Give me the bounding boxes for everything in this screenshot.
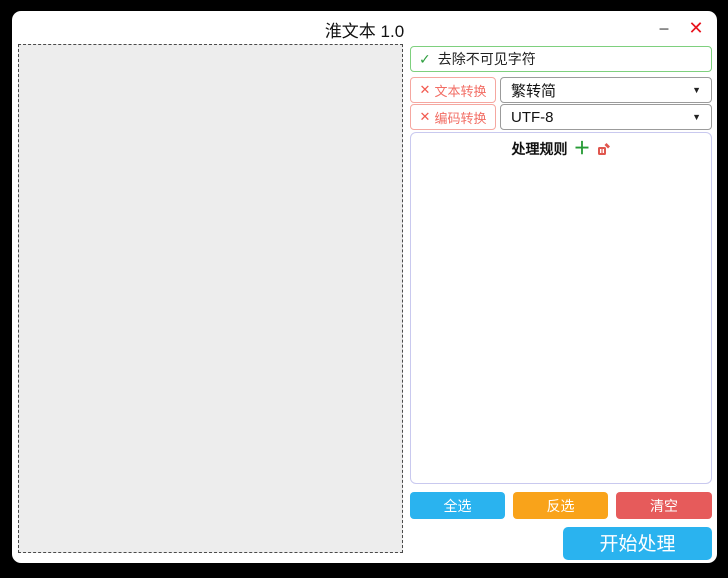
minimize-button[interactable]: – — [651, 15, 677, 41]
option-encoding-convert-toggle[interactable]: ✕ 编码转换 — [410, 104, 496, 130]
window-title: 淮文本 1.0 — [12, 17, 717, 42]
encoding-dropdown[interactable]: UTF-8 ▼ — [500, 104, 712, 130]
file-drop-zone[interactable] — [18, 44, 403, 553]
option-text-convert-toggle[interactable]: ✕ 文本转换 — [410, 77, 496, 103]
clear-button[interactable]: 清空 — [616, 492, 712, 519]
cross-icon: ✕ — [420, 82, 431, 98]
invert-selection-button[interactable]: 反选 — [513, 492, 608, 519]
title-bar: 淮文本 1.0 – ✕ — [12, 11, 717, 43]
add-rule-icon[interactable]: ＋ — [574, 142, 591, 156]
app-window: 淮文本 1.0 – ✕ ✓ 去除不可见字符 ✕ 文本转换 繁转简 ▼ ✕ 编码转… — [12, 11, 717, 563]
cross-icon: ✕ — [420, 109, 431, 125]
rules-panel: 处理规则 ＋ — [410, 132, 712, 484]
text-convert-value: 繁转简 — [511, 80, 556, 101]
option-remove-invisible-label: 去除不可见字符 — [438, 49, 536, 69]
rules-header: 处理规则 ＋ — [411, 133, 711, 159]
encoding-value: UTF-8 — [511, 109, 554, 126]
start-processing-button[interactable]: 开始处理 — [563, 527, 712, 560]
check-icon: ✓ — [419, 51, 431, 68]
chevron-down-icon: ▼ — [692, 112, 701, 122]
option-text-convert-label: 文本转换 — [434, 81, 486, 100]
text-convert-dropdown[interactable]: 繁转简 ▼ — [500, 77, 712, 103]
clear-rules-brush-icon[interactable] — [597, 142, 611, 156]
option-remove-invisible-chars[interactable]: ✓ 去除不可见字符 — [410, 46, 712, 72]
close-button[interactable]: ✕ — [683, 15, 709, 41]
chevron-down-icon: ▼ — [692, 85, 701, 95]
option-encoding-convert-label: 编码转换 — [434, 108, 486, 127]
select-all-button[interactable]: 全选 — [410, 492, 505, 519]
rules-title: 处理规则 — [512, 139, 568, 159]
